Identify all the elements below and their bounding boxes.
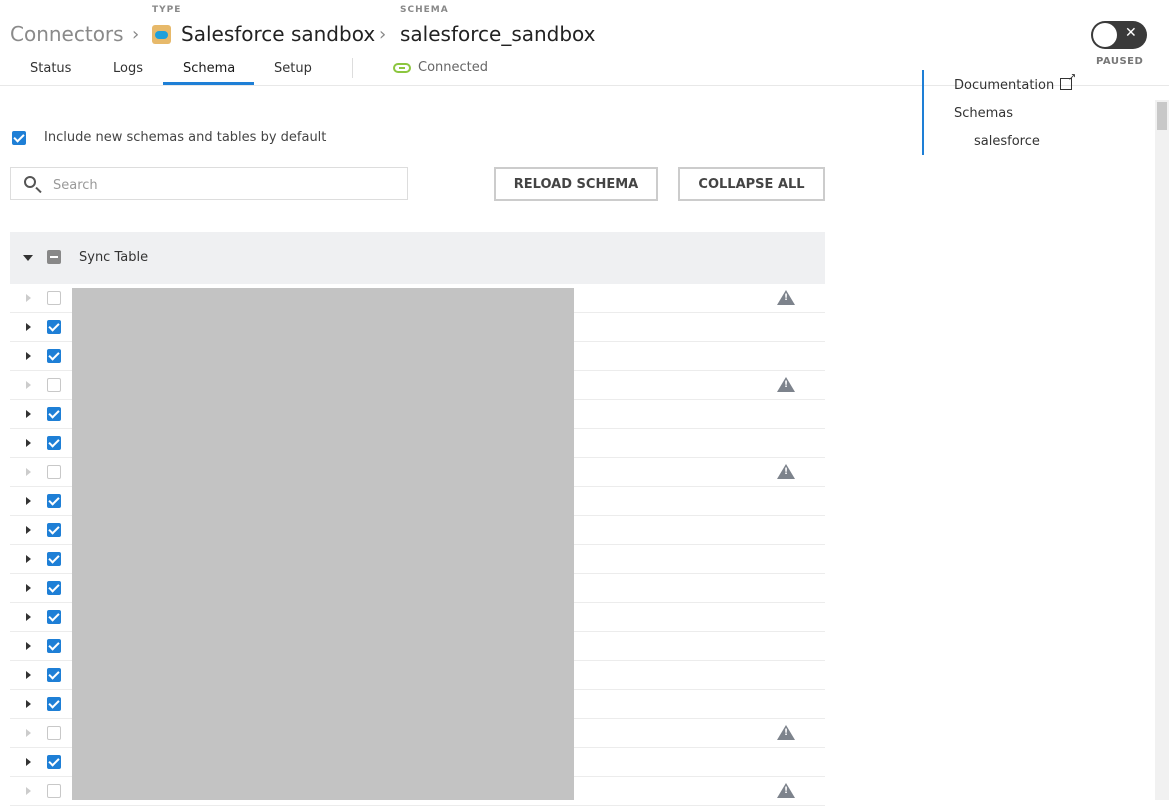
expand-row-icon[interactable] bbox=[26, 584, 31, 592]
expand-all-icon[interactable] bbox=[23, 255, 33, 261]
tab-schema[interactable]: Schema bbox=[183, 61, 235, 76]
side-navigation: Documentation Schemas salesforce bbox=[922, 70, 1154, 155]
close-icon: ✕ bbox=[1125, 25, 1137, 41]
row-checkbox[interactable] bbox=[47, 523, 61, 537]
expand-row-icon[interactable] bbox=[26, 439, 31, 447]
tab-logs[interactable]: Logs bbox=[113, 61, 143, 76]
expand-row-icon[interactable] bbox=[26, 787, 31, 795]
sync-table-header: Sync Table bbox=[79, 250, 149, 265]
search-field[interactable] bbox=[10, 167, 408, 200]
row-checkbox[interactable] bbox=[47, 378, 61, 392]
expand-row-icon[interactable] bbox=[26, 729, 31, 737]
row-checkbox[interactable] bbox=[47, 581, 61, 595]
row-checkbox[interactable] bbox=[47, 436, 61, 450]
expand-row-icon[interactable] bbox=[26, 758, 31, 766]
link-icon bbox=[393, 62, 411, 73]
expand-row-icon[interactable] bbox=[26, 497, 31, 505]
expand-row-icon[interactable] bbox=[26, 642, 31, 650]
pause-toggle[interactable]: ✕ bbox=[1091, 21, 1147, 49]
external-link-icon bbox=[1060, 72, 1076, 90]
warning-icon bbox=[777, 464, 795, 479]
documentation-link[interactable]: Documentation bbox=[954, 72, 1076, 93]
row-checkbox[interactable] bbox=[47, 407, 61, 421]
connector-name: Salesforce sandbox bbox=[181, 22, 376, 46]
breadcrumb-connectors-link[interactable]: Connectors bbox=[10, 22, 124, 46]
toggle-state-label: PAUSED bbox=[1096, 56, 1144, 67]
reload-schema-button[interactable]: RELOAD SCHEMA bbox=[494, 167, 658, 201]
chevron-right-icon: › bbox=[132, 24, 140, 45]
toggle-knob bbox=[1093, 23, 1117, 47]
include-new-label: Include new schemas and tables by defaul… bbox=[44, 130, 327, 145]
schema-label: SCHEMA bbox=[400, 5, 449, 15]
expand-row-icon[interactable] bbox=[26, 613, 31, 621]
documentation-label: Documentation bbox=[954, 78, 1055, 93]
expand-row-icon[interactable] bbox=[26, 294, 31, 302]
expand-row-icon[interactable] bbox=[26, 671, 31, 679]
row-checkbox[interactable] bbox=[47, 755, 61, 769]
redacted-region bbox=[72, 288, 574, 800]
expand-row-icon[interactable] bbox=[26, 352, 31, 360]
row-checkbox[interactable] bbox=[47, 552, 61, 566]
search-icon bbox=[24, 176, 36, 188]
warning-icon bbox=[777, 783, 795, 798]
warning-icon bbox=[777, 290, 795, 305]
row-checkbox[interactable] bbox=[47, 726, 61, 740]
scrollbar-thumb[interactable] bbox=[1157, 102, 1167, 130]
row-checkbox[interactable] bbox=[47, 610, 61, 624]
row-checkbox[interactable] bbox=[47, 320, 61, 334]
row-checkbox[interactable] bbox=[47, 349, 61, 363]
salesforce-logo-icon bbox=[152, 25, 171, 44]
warning-icon bbox=[777, 377, 795, 392]
row-checkbox[interactable] bbox=[47, 291, 61, 305]
tab-status[interactable]: Status bbox=[30, 61, 71, 76]
expand-row-icon[interactable] bbox=[26, 410, 31, 418]
expand-row-icon[interactable] bbox=[26, 468, 31, 476]
row-checkbox[interactable] bbox=[47, 465, 61, 479]
collapse-all-button[interactable]: COLLAPSE ALL bbox=[678, 167, 825, 201]
row-checkbox[interactable] bbox=[47, 697, 61, 711]
chevron-right-icon: › bbox=[379, 24, 387, 45]
expand-row-icon[interactable] bbox=[26, 700, 31, 708]
type-label: TYPE bbox=[152, 5, 182, 15]
row-checkbox[interactable] bbox=[47, 668, 61, 682]
connection-status-label: Connected bbox=[418, 60, 489, 75]
search-input[interactable] bbox=[51, 174, 395, 196]
schema-name: salesforce_sandbox bbox=[400, 22, 596, 46]
schema-link-salesforce[interactable]: salesforce bbox=[974, 134, 1040, 149]
connection-status: Connected bbox=[393, 60, 488, 75]
select-all-checkbox[interactable] bbox=[47, 250, 61, 264]
include-new-checkbox[interactable] bbox=[12, 131, 26, 145]
expand-row-icon[interactable] bbox=[26, 323, 31, 331]
row-checkbox[interactable] bbox=[47, 494, 61, 508]
schemas-link[interactable]: Schemas bbox=[954, 106, 1013, 121]
expand-row-icon[interactable] bbox=[26, 381, 31, 389]
expand-row-icon[interactable] bbox=[26, 526, 31, 534]
row-checkbox[interactable] bbox=[47, 639, 61, 653]
tab-divider bbox=[352, 58, 353, 78]
table-header: Sync Table bbox=[10, 232, 825, 284]
tab-setup[interactable]: Setup bbox=[274, 61, 312, 76]
expand-row-icon[interactable] bbox=[26, 555, 31, 563]
row-checkbox[interactable] bbox=[47, 784, 61, 798]
warning-icon bbox=[777, 725, 795, 740]
scrollbar[interactable] bbox=[1155, 100, 1169, 800]
